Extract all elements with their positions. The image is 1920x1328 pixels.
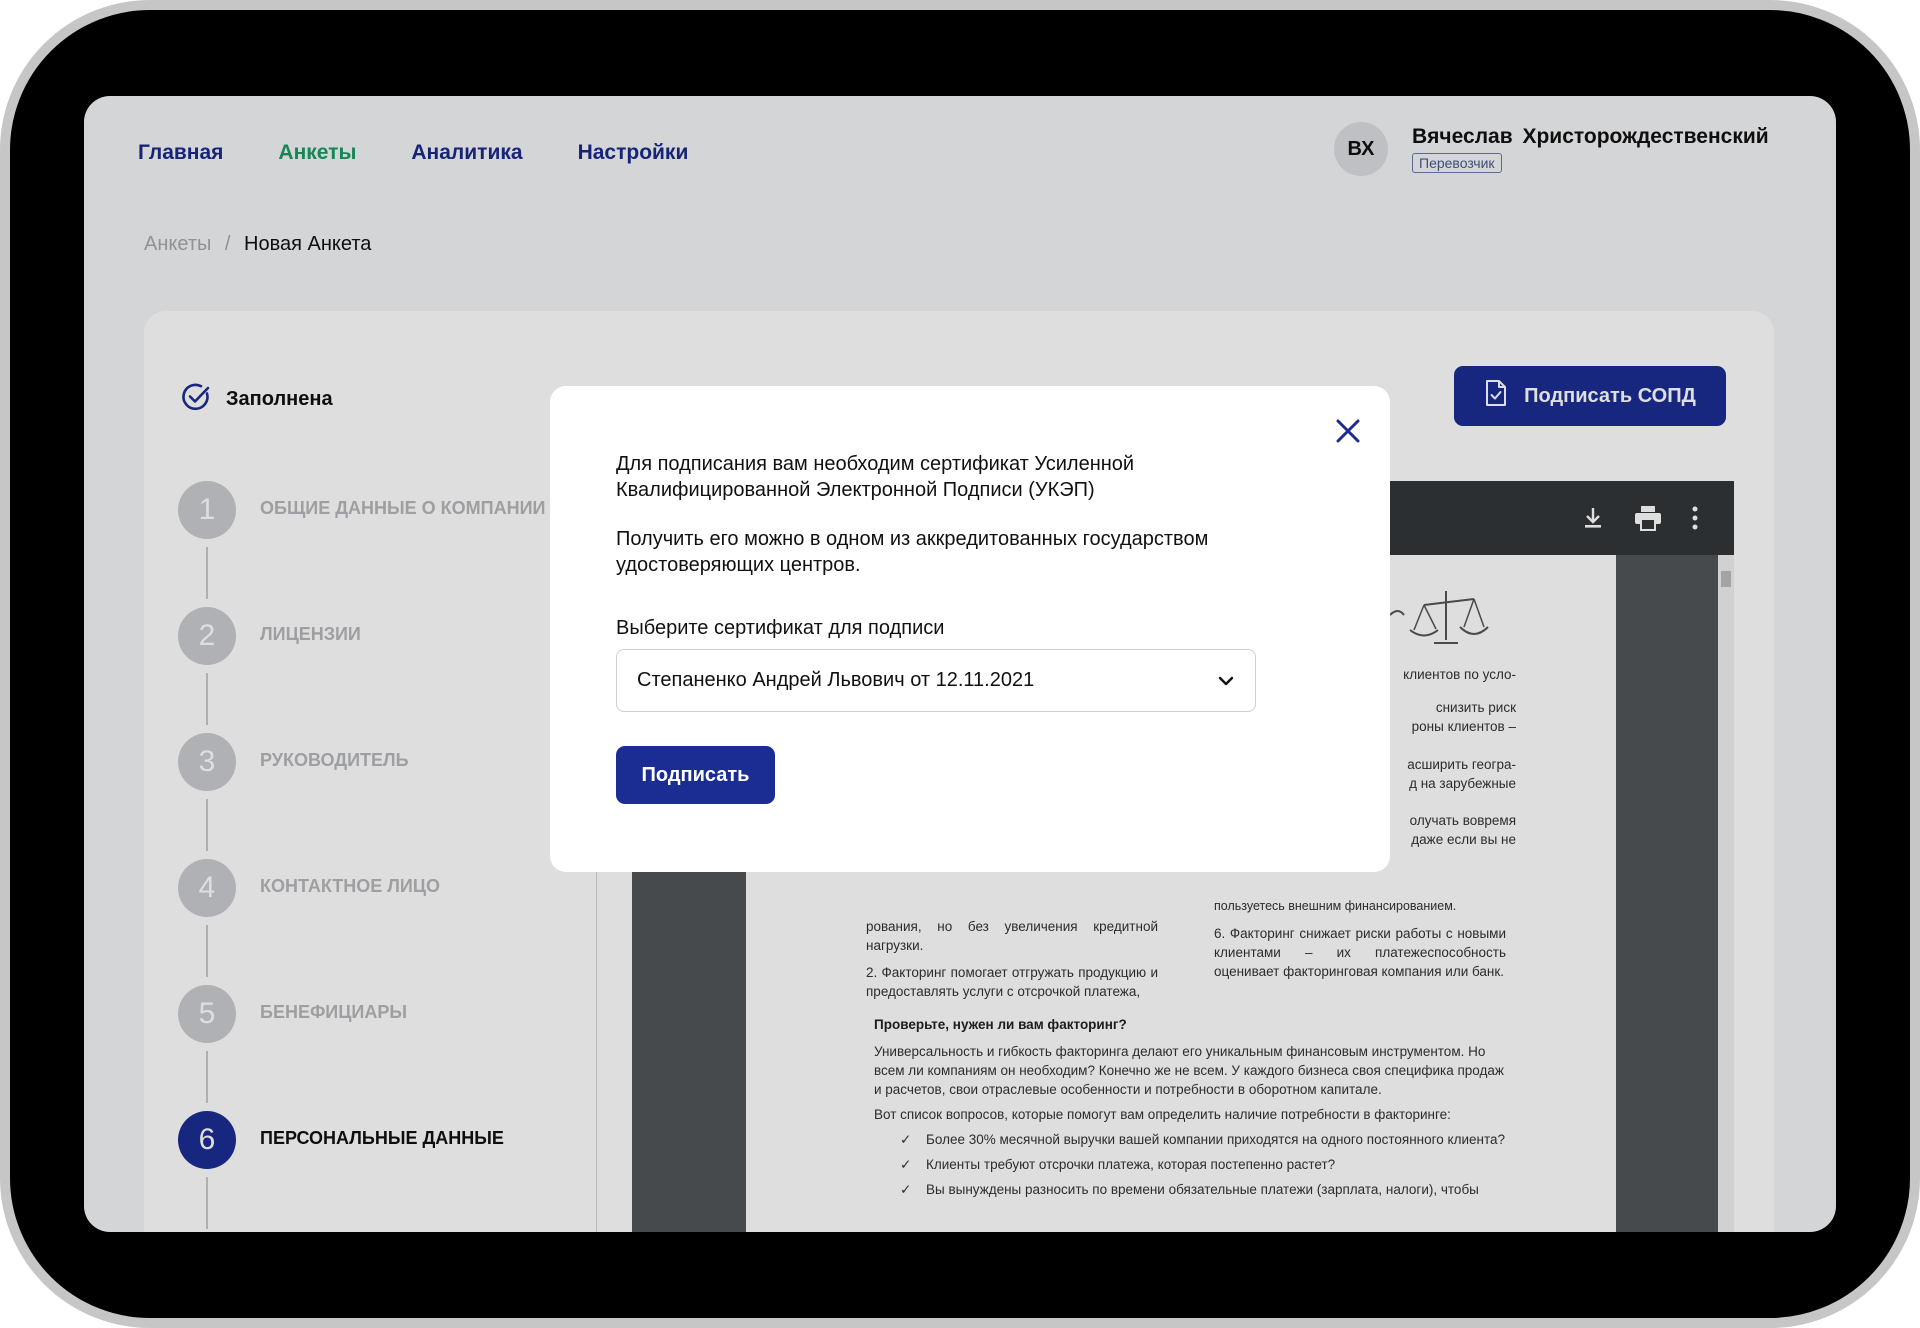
certificate-select-label: Выберите сертификат для подписи	[616, 617, 945, 639]
certificate-select-value: Степаненко Андрей Львович от 12.11.2021	[637, 669, 1035, 691]
modal-text-certificate: Для подписания вам необходим сертификат …	[616, 453, 1135, 501]
modal-text-centers: Получить его можно в одном из аккредитов…	[616, 528, 1209, 576]
certificate-select[interactable]: Степаненко Андрей Львович от 12.11.2021	[616, 649, 1256, 712]
app-screen: Главная Анкеты Аналитика Настройки ВХ Вя…	[84, 96, 1836, 1232]
close-icon[interactable]	[1335, 418, 1361, 449]
sign-button[interactable]: Подписать	[616, 746, 775, 804]
sign-certificate-modal: Для подписания вам необходим сертификат …	[550, 386, 1390, 872]
device-frame: Главная Анкеты Аналитика Настройки ВХ Вя…	[0, 0, 1920, 1328]
